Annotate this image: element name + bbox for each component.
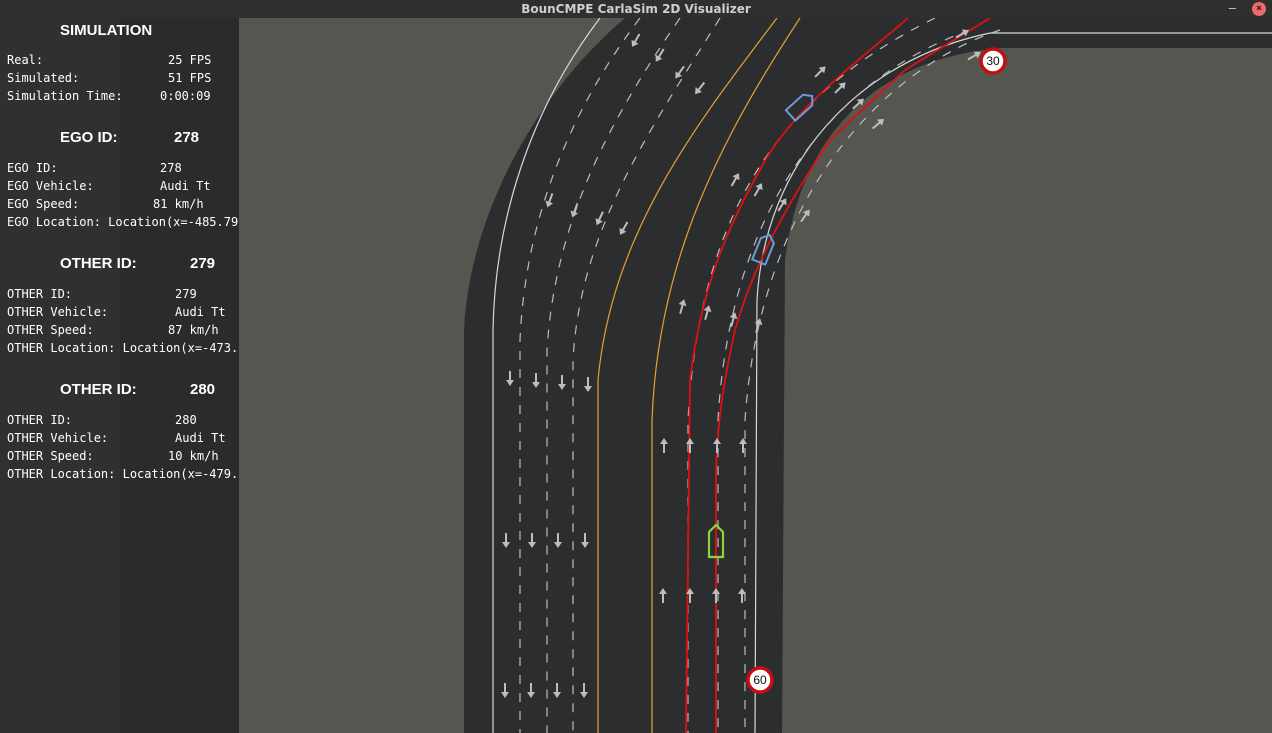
other-2-speed-label: OTHER Speed: (7, 449, 94, 463)
simulation-time-value: 0:00:09 (160, 89, 211, 103)
simulated-fps-label: Simulated: (7, 71, 80, 85)
speed-sign-60-label: 60 (753, 673, 767, 687)
speed-sign-60: 60 (746, 666, 774, 694)
speed-sign-30-label: 30 (986, 54, 1000, 68)
other-2-id-value: 280 (175, 413, 197, 427)
real-fps-value: 25 FPS (168, 53, 212, 67)
other-2-heading: OTHER ID: (60, 381, 137, 398)
real-fps-label: Real: (7, 53, 44, 67)
ego-id-label: EGO ID: (7, 161, 58, 175)
simulation-heading: SIMULATION (60, 22, 153, 39)
minimize-button[interactable]: – (1229, 0, 1236, 18)
window-title: BounCMPE CarlaSim 2D Visualizer (521, 2, 751, 16)
other-1-vehicle-value: Audi Tt (175, 305, 226, 319)
other-1-speed-value: 87 km/h (168, 323, 219, 337)
simulated-fps-value: 51 FPS (168, 71, 212, 85)
other-1-vehicle-label: OTHER Vehicle: (7, 305, 109, 319)
other-1-id-label: OTHER ID: (7, 287, 73, 301)
ego-speed-value: 81 km/h (153, 197, 204, 211)
ego-vehicle-label: EGO Vehicle: (7, 179, 94, 193)
ego-heading-value: 278 (174, 129, 200, 146)
other-2-heading-value: 280 (190, 381, 216, 398)
road-map[interactable]: 30 60 (239, 18, 1272, 733)
ego-speed-label: EGO Speed: (7, 197, 80, 211)
speed-sign-30: 30 (979, 47, 1007, 75)
simulation-time-label: Simulation Time: (7, 89, 123, 103)
ego-vehicle-value: Audi Tt (160, 179, 211, 193)
info-panel: SIMULATION Real: 25 FPS Simulated: 51 FP… (0, 18, 477, 733)
other-1-heading: OTHER ID: (60, 255, 137, 272)
other-1-id-value: 279 (175, 287, 197, 301)
other-2-id-label: OTHER ID: (7, 413, 73, 427)
other-1-heading-value: 279 (190, 255, 216, 272)
window-titlebar: BounCMPE CarlaSim 2D Visualizer (0, 0, 1272, 18)
close-button[interactable]: × (1252, 2, 1266, 16)
ego-id-value: 278 (160, 161, 182, 175)
other-1-speed-label: OTHER Speed: (7, 323, 94, 337)
other-2-vehicle-value: Audi Tt (175, 431, 226, 445)
other-2-vehicle-label: OTHER Vehicle: (7, 431, 109, 445)
other-2-speed-value: 10 km/h (168, 449, 219, 463)
ego-heading: EGO ID: (60, 129, 118, 146)
